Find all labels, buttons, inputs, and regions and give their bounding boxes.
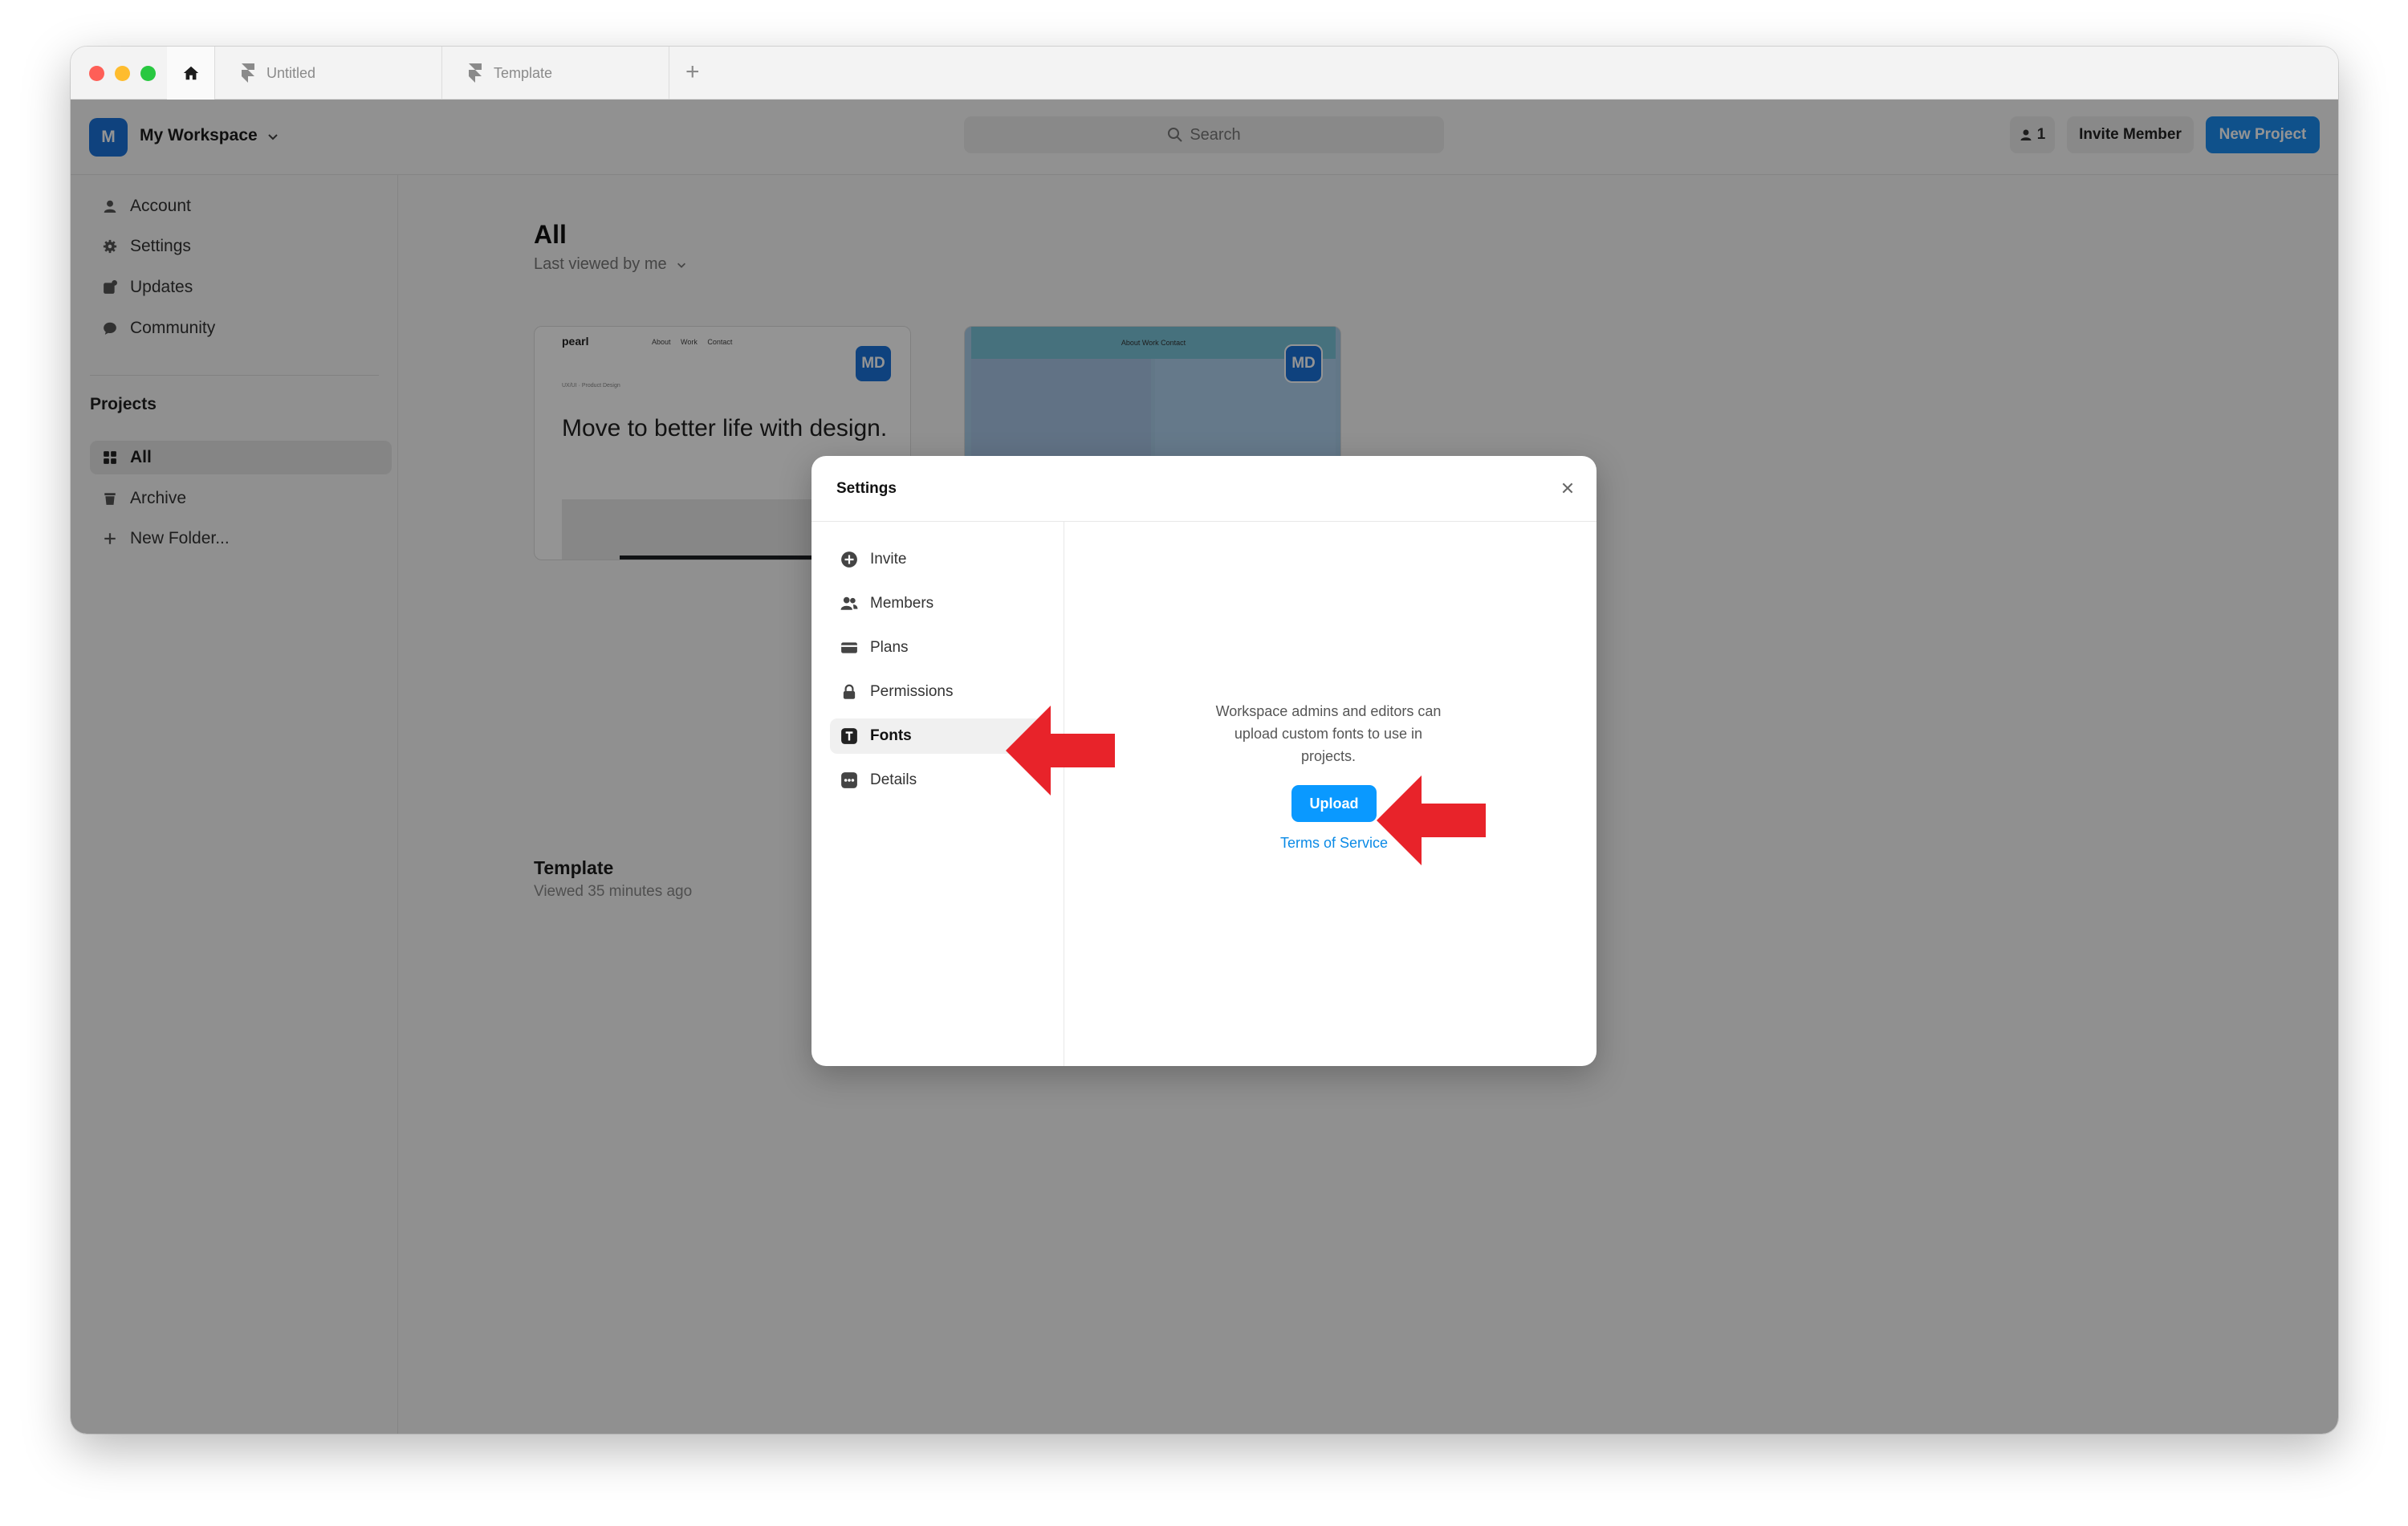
settings-modal: Settings Invite Members Plans Permission…: [811, 456, 1597, 1066]
people-icon: [840, 594, 859, 613]
modal-title: Settings: [836, 480, 897, 497]
framer-logo-icon: [242, 63, 254, 83]
tab-untitled[interactable]: Untitled: [215, 47, 442, 100]
tab-bar: Untitled Template +: [71, 47, 2338, 100]
settings-nav-label: Plans: [870, 639, 909, 656]
text-icon: [840, 726, 859, 746]
framer-logo-icon: [469, 63, 482, 83]
app-window: Untitled Template + M My Workspace Searc…: [71, 47, 2338, 1434]
details-icon: [840, 771, 859, 790]
upload-button[interactable]: Upload: [1291, 785, 1377, 822]
lock-icon: [840, 682, 859, 702]
plus-circle-icon: [840, 550, 859, 569]
settings-nav-members[interactable]: Members: [830, 586, 1047, 621]
tab-label: Template: [494, 64, 553, 81]
settings-nav-invite[interactable]: Invite: [830, 542, 1047, 577]
close-button[interactable]: [1556, 477, 1579, 499]
annotation-arrow-icon: [1006, 706, 1115, 796]
fonts-panel: Workspace admins and editors can upload …: [1065, 522, 1597, 1066]
tab-template[interactable]: Template: [442, 47, 669, 100]
minimize-window-button[interactable]: [115, 66, 130, 81]
settings-nav-label: Fonts: [870, 727, 912, 744]
annotation-arrow-icon: [1377, 775, 1486, 865]
maximize-window-button[interactable]: [140, 66, 156, 81]
settings-nav-permissions[interactable]: Permissions: [830, 674, 1047, 710]
house-icon: [183, 66, 198, 80]
tab-home[interactable]: [167, 47, 215, 100]
tab-label: Untitled: [266, 64, 316, 81]
settings-nav-label: Invite: [870, 551, 907, 568]
fonts-description: Workspace admins and editors can upload …: [1215, 703, 1442, 764]
card-icon: [840, 638, 859, 657]
settings-nav-label: Permissions: [870, 683, 954, 700]
new-tab-button[interactable]: +: [685, 59, 700, 86]
modal-header: Settings: [811, 456, 1597, 522]
settings-nav-plans[interactable]: Plans: [830, 630, 1047, 665]
settings-nav-label: Details: [870, 771, 917, 788]
close-window-button[interactable]: [89, 66, 104, 81]
close-icon: [1562, 482, 1573, 494]
settings-nav-label: Members: [870, 595, 934, 612]
